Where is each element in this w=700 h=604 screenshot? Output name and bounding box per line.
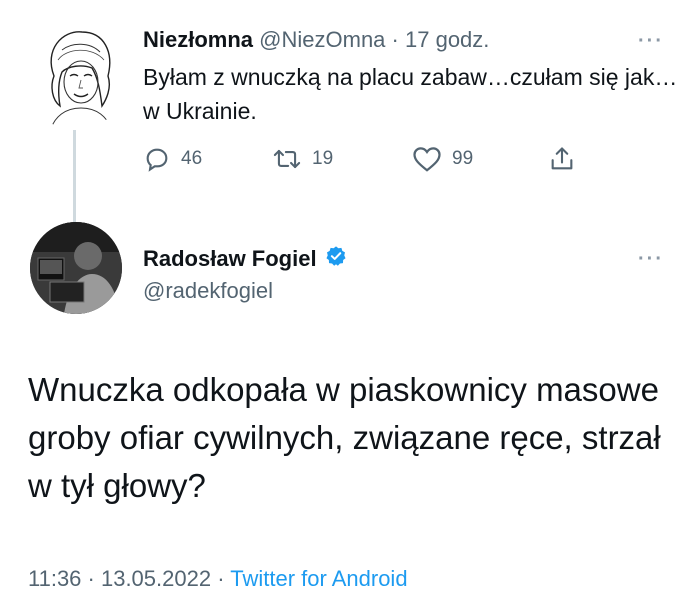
thread-connector-line bbox=[73, 130, 76, 222]
more-horizontal-icon[interactable]: ··· bbox=[638, 248, 664, 271]
dot-separator: · bbox=[391, 27, 399, 52]
reply-count: 46 bbox=[181, 148, 203, 169]
retweet-count: 19 bbox=[312, 148, 334, 169]
retweet-icon bbox=[272, 145, 302, 173]
verified-badge-icon bbox=[325, 245, 347, 273]
share-button[interactable] bbox=[548, 145, 576, 173]
heart-icon bbox=[412, 145, 442, 173]
author-handle[interactable]: @radekfogiel bbox=[143, 278, 273, 304]
avatar-radek-fogiel[interactable] bbox=[30, 222, 122, 314]
avatar-niezlomna[interactable] bbox=[32, 20, 122, 132]
more-horizontal-icon[interactable]: ··· bbox=[638, 30, 664, 53]
reply-button[interactable]: 46 bbox=[143, 145, 202, 173]
main-tweet-author[interactable]: Radosław Fogiel bbox=[143, 245, 347, 273]
like-count: 99 bbox=[452, 148, 474, 169]
reply-context-header: Niezłomna @NiezOmna · 17 godz. bbox=[143, 27, 489, 53]
author-name[interactable]: Radosław Fogiel bbox=[143, 246, 317, 272]
reply-icon bbox=[143, 145, 171, 173]
main-tweet-text: Wnuczka odkopała w piaskownicy masowe gr… bbox=[28, 371, 661, 504]
tweet-timestamp[interactable]: 11:36 · 13.05.2022 · bbox=[28, 566, 225, 591]
retweet-button[interactable]: 19 bbox=[272, 145, 333, 173]
tweet-source-link[interactable]: Twitter for Android bbox=[230, 566, 407, 591]
tweet-metadata: 11:36 · 13.05.2022 · Twitter for Android bbox=[28, 566, 408, 592]
author-name[interactable]: Niezłomna bbox=[143, 27, 253, 52]
author-handle[interactable]: @NiezOmna bbox=[259, 27, 385, 52]
tweet-time[interactable]: 17 godz. bbox=[405, 27, 489, 52]
share-icon bbox=[548, 145, 576, 173]
like-button[interactable]: 99 bbox=[412, 145, 473, 173]
reply-context-text: Byłam z wnuczką na placu zabaw…czułam si… bbox=[143, 64, 678, 124]
